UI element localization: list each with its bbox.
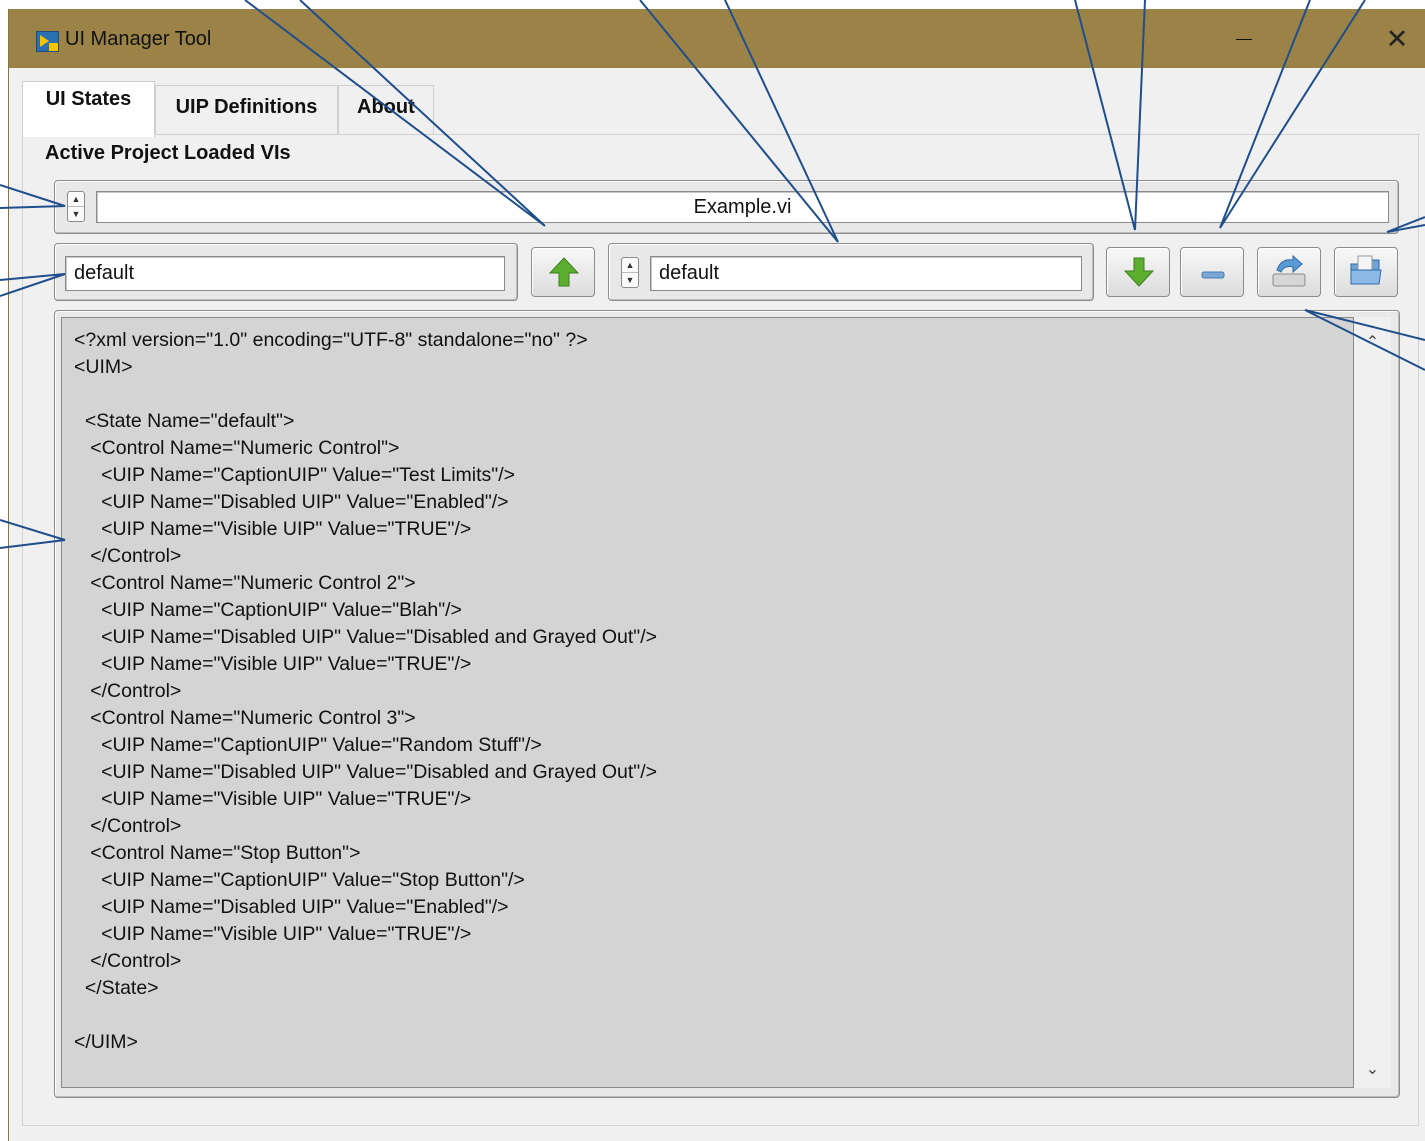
title-bar[interactable]: UI Manager Tool ✕ (9, 9, 1425, 68)
tab-about[interactable]: About (338, 85, 434, 135)
section-label: Active Project Loaded VIs (45, 142, 291, 164)
spin-up-icon[interactable]: ▲ (622, 258, 638, 273)
remove-state-button[interactable] (1180, 247, 1244, 297)
open-folder-icon (1350, 255, 1382, 285)
scroll-up-icon[interactable]: ⌃ (1354, 329, 1391, 357)
close-icon: ✕ (1385, 24, 1409, 54)
minimize-button[interactable] (1214, 19, 1270, 59)
state-selector-field[interactable]: default (650, 256, 1082, 291)
open-button[interactable] (1334, 247, 1398, 297)
window-title: UI Manager Tool (65, 28, 212, 50)
spin-up-icon[interactable]: ▲ (68, 192, 84, 207)
download-state-button[interactable] (1106, 247, 1170, 297)
vi-selector-spinner[interactable]: ▲ ▼ (67, 191, 85, 222)
xml-state-viewer[interactable]: <?xml version="1.0" encoding="UTF-8" sta… (61, 317, 1354, 1088)
state-selector-spinner[interactable]: ▲ ▼ (621, 257, 639, 288)
minus-icon (1201, 271, 1225, 279)
save-button[interactable] (1257, 247, 1321, 297)
tab-uip-definitions[interactable]: UIP Definitions (155, 85, 338, 135)
green-down-arrow-icon (1123, 257, 1155, 287)
upload-state-button[interactable] (531, 247, 595, 297)
scroll-down-icon[interactable]: ⌄ (1354, 1056, 1391, 1084)
labview-app-icon (36, 31, 59, 52)
spin-down-icon[interactable]: ▼ (622, 273, 638, 287)
tab-ui-states[interactable]: UI States (22, 81, 155, 137)
vi-selector-field[interactable]: Example.vi (96, 191, 1389, 223)
xml-scrollbar[interactable]: ⌃ ⌄ (1354, 317, 1391, 1088)
spin-down-icon[interactable]: ▼ (68, 207, 84, 221)
green-up-arrow-icon (548, 257, 580, 287)
state-name-input[interactable]: default (65, 256, 505, 291)
close-button[interactable]: ✕ (1369, 19, 1425, 59)
save-tray-arrow-icon (1272, 254, 1306, 287)
